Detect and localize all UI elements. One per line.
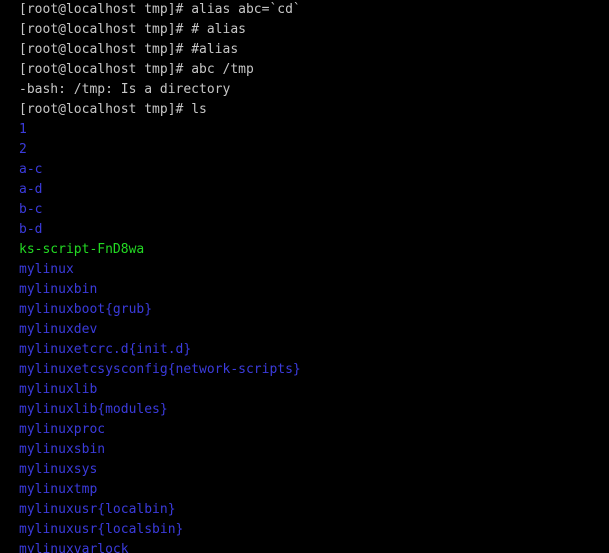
directory-entry: mylinuxlib <box>0 380 609 400</box>
terminal-output-line: -bash: /tmp: Is a directory <box>0 80 609 100</box>
directory-entry: 1 <box>0 120 609 140</box>
shell-prompt: [root@localhost tmp]# <box>19 102 192 117</box>
shell-prompt: [root@localhost tmp]# <box>19 22 192 37</box>
directory-entry-text: mylinuxusr{localbin} <box>19 502 176 517</box>
directory-entry: a-d <box>0 180 609 200</box>
directory-entry-text: 2 <box>19 142 27 157</box>
directory-entry: mylinux <box>0 260 609 280</box>
terminal-prompt-line: [root@localhost tmp]# alias abc=`cd` <box>0 0 609 20</box>
directory-entry: mylinuxproc <box>0 420 609 440</box>
shell-command: # alias <box>191 22 246 37</box>
directory-entry: mylinuxusr{localbin} <box>0 500 609 520</box>
directory-entry-text: mylinux <box>19 262 74 277</box>
directory-entry-text: mylinuxlib <box>19 382 98 397</box>
directory-entry: b-c <box>0 200 609 220</box>
directory-entry: mylinuxvarlock <box>0 540 609 553</box>
directory-entry: mylinuxlib{modules} <box>0 400 609 420</box>
shell-prompt: [root@localhost tmp]# <box>19 2 192 17</box>
directory-entry: mylinuxetcrc.d{init.d} <box>0 340 609 360</box>
terminal-prompt-line: [root@localhost tmp]# abc /tmp <box>0 60 609 80</box>
directory-entry: b-d <box>0 220 609 240</box>
terminal-prompt-line: [root@localhost tmp]# # alias <box>0 20 609 40</box>
directory-entry-text: mylinuxproc <box>19 422 106 437</box>
directory-entry: mylinuxboot{grub} <box>0 300 609 320</box>
directory-entry: mylinuxsbin <box>0 440 609 460</box>
executable-entry-text: ks-script-FnD8wa <box>19 242 145 257</box>
executable-entry: ks-script-FnD8wa <box>0 240 609 260</box>
directory-entry-text: mylinuxusr{localsbin} <box>19 522 184 537</box>
directory-entry: mylinuxetcsysconfig{network-scripts} <box>0 360 609 380</box>
directory-entry-text: b-c <box>19 202 43 217</box>
directory-entry-text: mylinuxsbin <box>19 442 106 457</box>
directory-entry-text: mylinuxbin <box>19 282 98 297</box>
directory-entry-text: 1 <box>19 122 27 137</box>
directory-entry-text: mylinuxsys <box>19 462 98 477</box>
directory-entry: 2 <box>0 140 609 160</box>
directory-entry: mylinuxusr{localsbin} <box>0 520 609 540</box>
directory-entry-text: mylinuxboot{grub} <box>19 302 153 317</box>
directory-entry-text: mylinuxvarlock <box>19 542 129 553</box>
terminal-prompt-line: [root@localhost tmp]# ls <box>0 100 609 120</box>
terminal-prompt-line: [root@localhost tmp]# #alias <box>0 40 609 60</box>
directory-entry: mylinuxdev <box>0 320 609 340</box>
directory-entry: mylinuxbin <box>0 280 609 300</box>
directory-entry: mylinuxtmp <box>0 480 609 500</box>
shell-command: #alias <box>191 42 239 57</box>
terminal-screen[interactable]: [root@localhost tmp]# alias abc=`cd` [roo… <box>0 0 609 553</box>
directory-entry-text: mylinuxlib{modules} <box>19 402 168 417</box>
directory-entry-text: mylinuxdev <box>19 322 98 337</box>
directory-entry-text: mylinuxtmp <box>19 482 98 497</box>
shell-command: ls <box>191 102 207 117</box>
directory-entry: mylinuxsys <box>0 460 609 480</box>
directory-entry-text: a-c <box>19 162 43 177</box>
directory-entry-text: mylinuxetcsysconfig{network-scripts} <box>19 362 301 377</box>
shell-command: abc /tmp <box>191 62 254 77</box>
terminal-output-line-text: -bash: /tmp: Is a directory <box>19 82 231 97</box>
shell-prompt: [root@localhost tmp]# <box>19 42 192 57</box>
shell-prompt: [root@localhost tmp]# <box>19 62 192 77</box>
directory-entry: a-c <box>0 160 609 180</box>
directory-entry-text: b-d <box>19 222 43 237</box>
shell-command: alias abc=`cd` <box>191 2 301 17</box>
directory-entry-text: a-d <box>19 182 43 197</box>
directory-entry-text: mylinuxetcrc.d{init.d} <box>19 342 192 357</box>
